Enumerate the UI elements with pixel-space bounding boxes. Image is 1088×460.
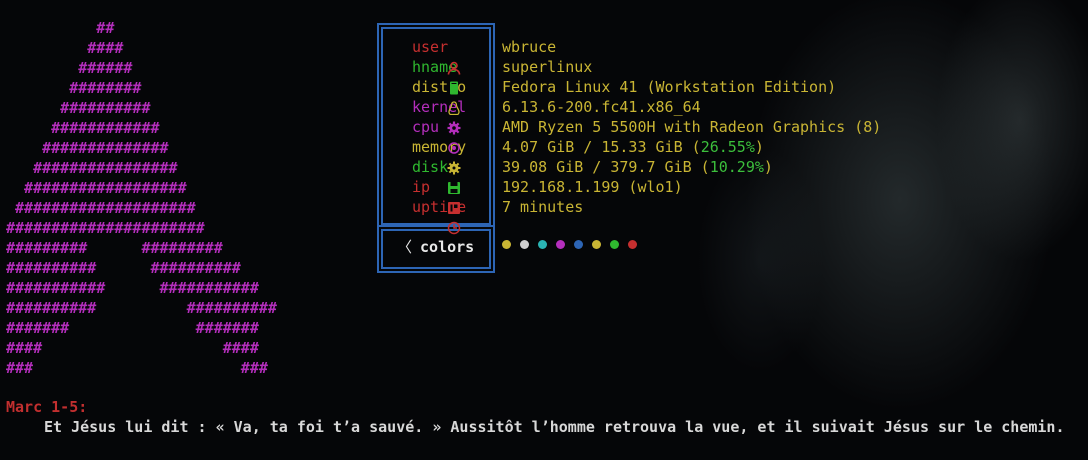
verse-text: Et Jésus lui dit : « Va, ta foi t’a sauv…: [44, 418, 1065, 436]
chevron-left-icon: 〈: [397, 238, 413, 256]
value-distro: Fedora Linux 41 (Workstation Edition): [502, 78, 837, 96]
disk-usage: 39.08 GiB / 379.7 GiB (: [502, 158, 710, 176]
user-icon: [393, 40, 461, 75]
penguin-icon: [393, 80, 460, 116]
palette-dot: [556, 240, 565, 249]
ascii-logo: ## #### ###### ######## ########## #####…: [6, 19, 277, 377]
palette-dot: [628, 240, 637, 249]
palette-dot: [520, 240, 529, 249]
memory-percent: 26.55%: [700, 138, 755, 156]
memory-close: ): [754, 138, 764, 156]
ip-icon: [393, 180, 461, 214]
label-text: user: [412, 38, 449, 56]
palette-dot: [538, 240, 547, 249]
phone-icon: [393, 60, 459, 95]
verse-reference: Marc 1-5:: [6, 398, 88, 416]
disk-icon: [393, 160, 461, 194]
value-cpu: AMD Ryzen 5 5500H with Radeon Graphics (…: [502, 118, 882, 136]
memory-icon: [393, 140, 461, 175]
palette-dot: [574, 240, 583, 249]
label-user: user: [393, 37, 466, 75]
palette-dot: [592, 240, 601, 249]
value-ip: 192.168.1.199 (wlo1): [502, 178, 683, 196]
info-labels: user hname distro kernel cpu memory disk…: [393, 37, 466, 235]
disk-percent: 10.29%: [709, 158, 764, 176]
value-kernel: 6.13.6-200.fc41.x86_64: [502, 98, 701, 116]
palette-dot: [610, 240, 619, 249]
value-hname: superlinux: [502, 58, 593, 76]
palette-dot: [502, 240, 511, 249]
info-values: wbruce superlinux Fedora Linux 41 (Works…: [502, 37, 881, 217]
clock-icon: [393, 200, 461, 235]
value-uptime: 7 minutes: [502, 198, 584, 216]
cpu-icon: [393, 120, 460, 154]
memory-usage: 4.07 GiB / 15.33 GiB (: [502, 138, 701, 156]
value-user: wbruce: [502, 38, 557, 56]
disk-close: ): [763, 158, 773, 176]
value-memory: 4.07 GiB / 15.33 GiB (26.55%): [502, 137, 881, 157]
gear-icon: [393, 100, 461, 135]
colors-label: 〈 colors: [397, 237, 474, 257]
colors-text: colors: [420, 238, 475, 256]
color-palette: [502, 240, 637, 249]
value-disk: 39.08 GiB / 379.7 GiB (10.29%): [502, 157, 881, 177]
